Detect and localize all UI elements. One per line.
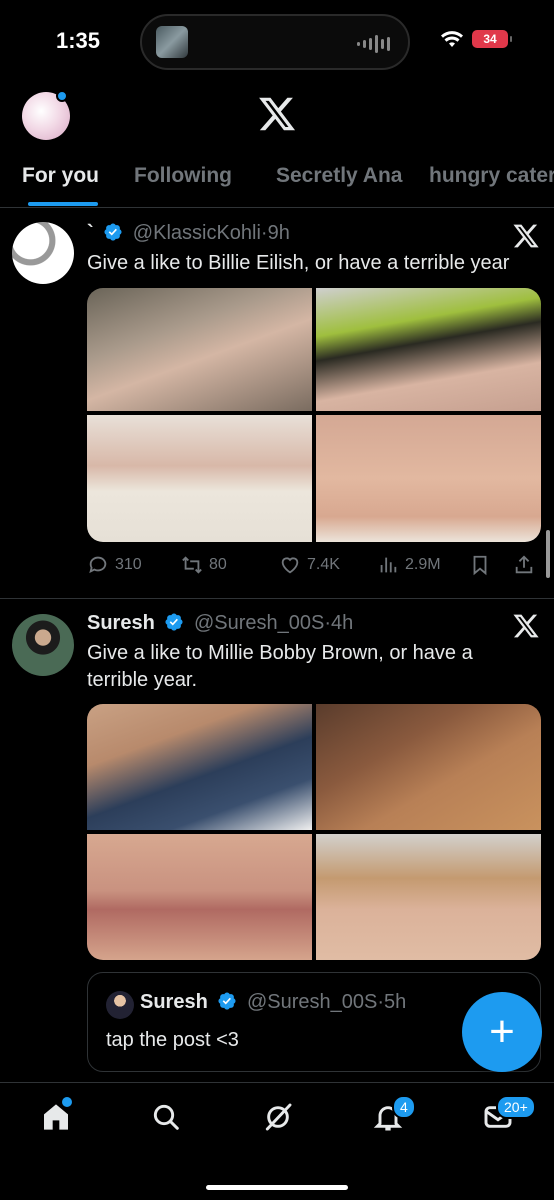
battery-icon: 34 — [472, 30, 512, 48]
home-notification-dot — [62, 1097, 72, 1107]
reply-button[interactable]: 310 — [87, 554, 142, 576]
quoted-author-handle[interactable]: @Suresh_00S — [247, 991, 377, 1013]
media-image[interactable] — [87, 288, 312, 411]
reply-icon — [89, 556, 107, 574]
post-meta: ` @KlassicKohli·9h — [87, 222, 290, 244]
x-logo-icon — [513, 224, 539, 248]
quoted-author-avatar[interactable] — [106, 991, 134, 1019]
author-avatar[interactable] — [12, 222, 74, 284]
repost-button[interactable]: 80 — [181, 554, 227, 576]
post-time: 4h — [331, 612, 354, 634]
home-indicator[interactable] — [206, 1185, 348, 1190]
author-handle[interactable]: @Suresh_00S — [194, 612, 324, 634]
media-image[interactable] — [316, 415, 541, 542]
profile-notification-dot — [56, 90, 68, 102]
share-icon — [515, 555, 533, 574]
media-image[interactable] — [87, 834, 312, 960]
nav-grok[interactable] — [262, 1101, 294, 1133]
search-icon — [153, 1104, 179, 1130]
post-divider — [0, 598, 554, 599]
post-text: Give a like to Millie Bobby Brown, or ha… — [87, 642, 473, 691]
post-time: 9h — [267, 222, 290, 244]
now-playing-thumbnail — [156, 26, 188, 58]
verified-badge-icon — [165, 613, 183, 631]
post-text: Give a like to Billie Eilish, or have a … — [87, 252, 510, 274]
post-actions: 310 80 7.4K 2.9M — [87, 554, 541, 584]
author-avatar[interactable] — [12, 614, 74, 676]
like-button[interactable]: 7.4K — [279, 554, 340, 576]
author-handle[interactable]: @KlassicKohli — [133, 222, 261, 244]
tab-following[interactable]: Following — [134, 164, 232, 188]
wifi-icon — [441, 31, 463, 47]
quoted-post-time: 5h — [384, 991, 407, 1013]
media-image[interactable] — [316, 288, 541, 411]
post[interactable]: ` @KlassicKohli·9h Give a like to Billie… — [0, 210, 554, 598]
repost-icon — [182, 556, 202, 574]
verified-badge-icon — [218, 992, 236, 1010]
x-logo-icon — [513, 614, 539, 638]
author-name[interactable]: ` — [87, 222, 94, 244]
messages-badge: 20+ — [496, 1095, 536, 1119]
post-meta: Suresh @Suresh_00S·4h — [87, 612, 354, 634]
media-image[interactable] — [316, 834, 541, 960]
bottom-nav: 4 20+ — [0, 1082, 554, 1200]
quoted-post-text: tap the post <3 — [106, 1029, 239, 1051]
nav-search[interactable] — [150, 1101, 182, 1133]
post-media-grid[interactable] — [87, 704, 541, 960]
grok-icon — [265, 1103, 292, 1131]
status-time: 1:35 — [56, 28, 101, 53]
media-image[interactable] — [87, 704, 312, 830]
post-media-grid[interactable] — [87, 288, 541, 542]
bookmark-icon — [473, 555, 487, 576]
status-bar: 1:35 34 — [0, 0, 554, 80]
verified-badge-icon — [104, 223, 122, 241]
app-header — [0, 84, 554, 148]
audio-wave-icon — [357, 34, 390, 54]
scrollbar[interactable] — [546, 530, 550, 578]
heart-icon — [281, 557, 299, 574]
media-image[interactable] — [316, 704, 541, 830]
tab-for-you[interactable]: For you — [22, 164, 99, 188]
notifications-badge: 4 — [392, 1095, 416, 1119]
views-button[interactable]: 2.9M — [377, 554, 441, 576]
share-button[interactable] — [513, 554, 535, 576]
views-icon — [380, 557, 397, 573]
system-icons: 34 — [440, 30, 512, 48]
media-image[interactable] — [87, 415, 312, 542]
quoted-post-meta: Suresh @Suresh_00S·5h — [140, 991, 407, 1013]
x-logo-icon — [259, 97, 296, 131]
active-tab-indicator — [28, 202, 98, 206]
bookmark-button[interactable] — [469, 554, 491, 576]
dynamic-island[interactable] — [140, 14, 410, 70]
compose-post-button[interactable]: + — [462, 992, 542, 1072]
author-name[interactable]: Suresh — [87, 612, 155, 634]
tab-secretly-ana[interactable]: Secretly Ana — [276, 164, 402, 188]
tab-hungry-cater[interactable]: hungry cater — [429, 164, 554, 188]
feed-tabs: For you Following Secretly Ana hungry ca… — [0, 152, 554, 208]
quoted-author-name[interactable]: Suresh — [140, 991, 208, 1013]
